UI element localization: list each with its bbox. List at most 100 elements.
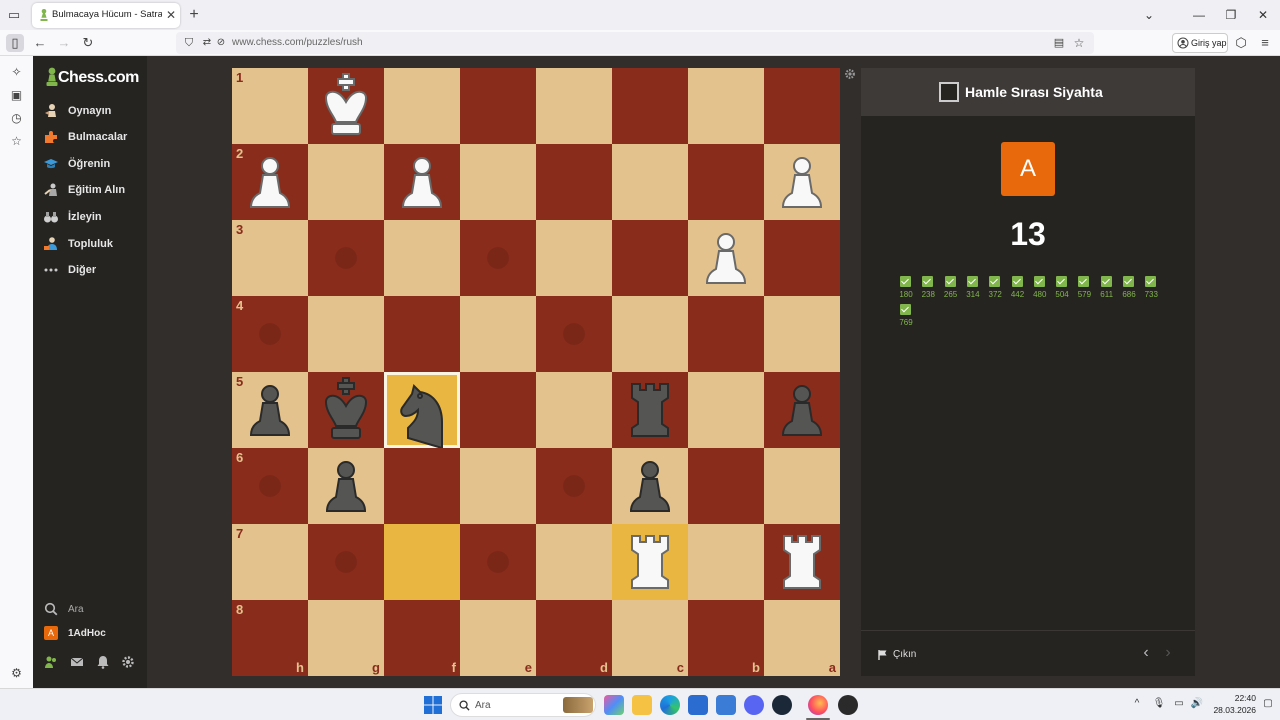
window-close-icon[interactable]: ✕ [1254, 6, 1272, 24]
square-d8[interactable]: d [536, 600, 612, 676]
tray-expand-icon[interactable]: ^ [1130, 697, 1144, 711]
history-icon[interactable]: ◷ [8, 110, 25, 127]
square-f7[interactable] [384, 524, 460, 600]
white-rook-icon[interactable] [612, 524, 688, 600]
board-settings-gear-icon[interactable] [844, 68, 856, 80]
menu-icon[interactable]: ≡ [1256, 34, 1274, 52]
chess-board[interactable]: 12345678hgfedcba [232, 68, 840, 676]
file-explorer-icon[interactable] [632, 695, 652, 715]
square-e1[interactable] [460, 68, 536, 144]
network-icon[interactable]: ▭ [1172, 697, 1186, 711]
square-f1[interactable] [384, 68, 460, 144]
square-e7[interactable] [460, 524, 536, 600]
square-h4[interactable]: 4 [232, 296, 308, 372]
sidebar-settings-icon[interactable]: ⚙ [8, 665, 25, 682]
square-g8[interactable]: g [308, 600, 384, 676]
white-king-icon[interactable] [308, 68, 384, 144]
square-b6[interactable] [688, 448, 764, 524]
result-item[interactable]: 480 [1029, 276, 1051, 304]
forward-icon[interactable]: → [55, 34, 73, 52]
ai-chat-icon[interactable]: ✧ [8, 64, 25, 81]
notifications-icon[interactable]: ▢ [1262, 698, 1274, 710]
square-c1[interactable] [612, 68, 688, 144]
windows-start-icon[interactable] [424, 696, 442, 714]
square-a8[interactable]: a [764, 600, 840, 676]
login-button[interactable]: Giriş yap [1172, 33, 1228, 53]
tab-list-icon[interactable]: ▭ [6, 7, 22, 23]
result-item[interactable]: 504 [1051, 276, 1073, 304]
square-d3[interactable] [536, 220, 612, 296]
square-b4[interactable] [688, 296, 764, 372]
white-pawn-icon[interactable] [232, 144, 308, 220]
result-item[interactable]: 180 [895, 276, 917, 304]
quit-button[interactable]: Çıkın [861, 631, 941, 677]
sidebar-item-play[interactable]: Oynayın [33, 98, 147, 124]
tracking-icon[interactable]: ⊘ [212, 34, 230, 52]
square-e3[interactable] [460, 220, 536, 296]
square-b7[interactable] [688, 524, 764, 600]
square-c8[interactable]: c [612, 600, 688, 676]
sidebar-item-watch[interactable]: İzleyin [33, 204, 147, 230]
bookmark-star-icon[interactable]: ☆ [1070, 34, 1088, 52]
square-b2[interactable] [688, 144, 764, 220]
white-pawn-icon[interactable] [688, 220, 764, 296]
sidebar-item-puzzles[interactable]: Bulmacalar [33, 124, 147, 150]
sidebar-toggle-icon[interactable]: ▯ [6, 34, 24, 52]
edge-icon[interactable] [660, 695, 680, 715]
square-b8[interactable]: b [688, 600, 764, 676]
square-a3[interactable] [764, 220, 840, 296]
volume-icon[interactable]: 🔊 [1190, 697, 1204, 711]
square-f6[interactable] [384, 448, 460, 524]
copilot-icon[interactable] [604, 695, 624, 715]
square-a6[interactable] [764, 448, 840, 524]
result-item[interactable]: 238 [917, 276, 939, 304]
square-h7[interactable]: 7 [232, 524, 308, 600]
result-item[interactable]: 314 [962, 276, 984, 304]
synced-tabs-icon[interactable]: ▣ [8, 87, 25, 104]
settings-gear-icon[interactable] [121, 655, 135, 669]
result-item[interactable]: 372 [984, 276, 1006, 304]
browser-tab-active[interactable]: Bulmacaya Hücum - Satranç Bu ✕ [32, 3, 180, 28]
white-rook-icon[interactable] [764, 524, 840, 600]
black-knight-icon[interactable] [384, 372, 460, 448]
new-tab-button[interactable]: + [186, 5, 202, 25]
white-pawn-icon[interactable] [384, 144, 460, 220]
square-g2[interactable] [308, 144, 384, 220]
friends-icon[interactable] [44, 655, 58, 669]
bookmarks-icon[interactable]: ☆ [8, 133, 25, 150]
square-h3[interactable]: 3 [232, 220, 308, 296]
square-f4[interactable] [384, 296, 460, 372]
square-h6[interactable]: 6 [232, 448, 308, 524]
square-d4[interactable] [536, 296, 612, 372]
square-f3[interactable] [384, 220, 460, 296]
square-c2[interactable] [612, 144, 688, 220]
chess-logo[interactable]: Chess.com [45, 66, 145, 90]
extensions-icon[interactable]: ⬡ [1232, 34, 1250, 52]
restore-icon[interactable]: ❐ [1222, 6, 1240, 24]
square-e2[interactable] [460, 144, 536, 220]
square-h1[interactable]: 1 [232, 68, 308, 144]
square-e4[interactable] [460, 296, 536, 372]
black-rook-icon[interactable] [612, 372, 688, 448]
clock-date[interactable]: 28.03.2026 [1208, 705, 1256, 716]
square-a4[interactable] [764, 296, 840, 372]
result-item[interactable]: 686 [1118, 276, 1140, 304]
reload-icon[interactable]: ↻ [79, 34, 97, 52]
steam-icon[interactable] [772, 695, 792, 715]
sidebar-item-community[interactable]: Topluluk [33, 231, 147, 257]
obs-icon[interactable] [838, 695, 858, 715]
next-arrow-icon[interactable]: › [1161, 643, 1175, 663]
sidebar-item-learn[interactable]: Öğrenin [33, 151, 147, 177]
square-d2[interactable] [536, 144, 612, 220]
discord-icon[interactable] [744, 695, 764, 715]
black-pawn-icon[interactable] [612, 448, 688, 524]
square-b1[interactable] [688, 68, 764, 144]
square-h8[interactable]: 8h [232, 600, 308, 676]
outlook-icon[interactable] [716, 695, 736, 715]
square-f8[interactable]: f [384, 600, 460, 676]
close-tab-icon[interactable]: ✕ [164, 7, 178, 23]
square-e6[interactable] [460, 448, 536, 524]
sidebar-item-more[interactable]: Diğer [33, 257, 147, 283]
minimize-icon[interactable]: — [1190, 6, 1208, 24]
square-d7[interactable] [536, 524, 612, 600]
